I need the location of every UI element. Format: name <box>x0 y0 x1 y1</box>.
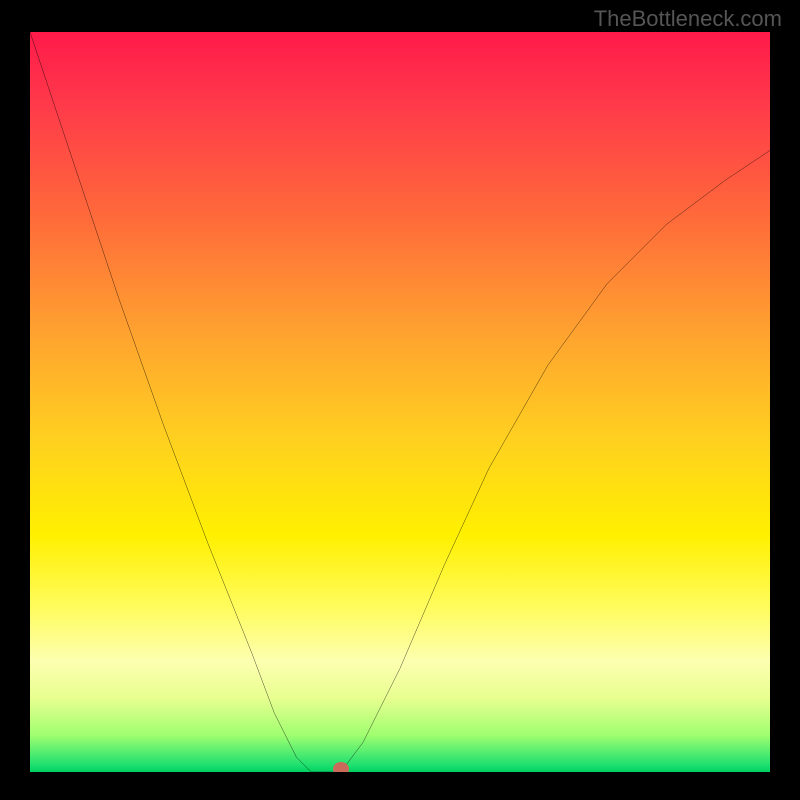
minimum-marker <box>333 762 349 772</box>
outer-frame: TheBottleneck.com <box>0 0 800 800</box>
bottleneck-curve <box>30 32 770 772</box>
plot-area <box>30 32 770 772</box>
watermark-text: TheBottleneck.com <box>594 6 782 32</box>
